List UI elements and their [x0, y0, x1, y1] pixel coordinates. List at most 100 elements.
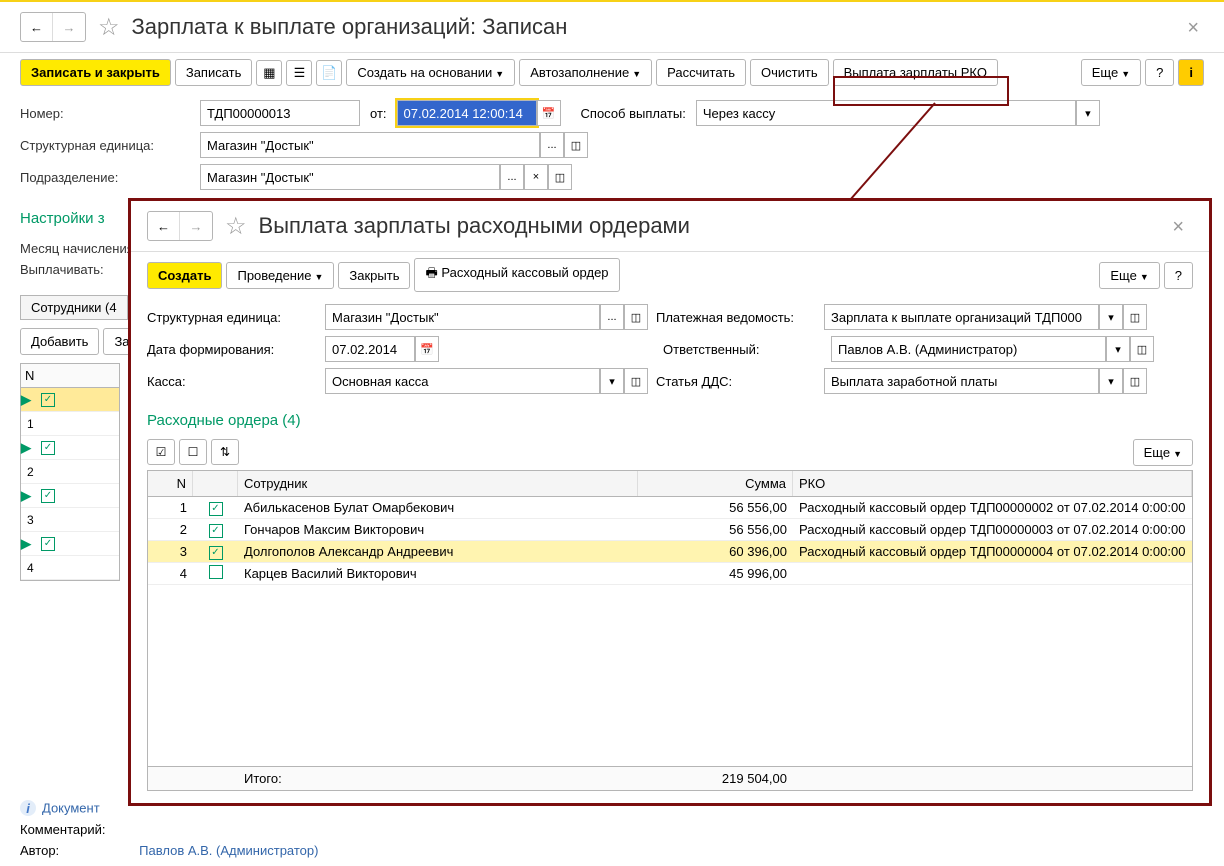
- grid-row[interactable]: ▶✓: [21, 484, 119, 508]
- modal-header: ← → ☆ Выплата зарплаты расходными ордера…: [131, 201, 1209, 252]
- modal-forward-button[interactable]: →: [180, 212, 212, 240]
- icon-button-1[interactable]: ▦: [256, 60, 282, 86]
- unit-open-icon[interactable]: ◫: [564, 132, 588, 158]
- grid-row[interactable]: 3: [21, 508, 119, 532]
- more-button[interactable]: Еще▼: [1081, 59, 1141, 86]
- check-all-icon[interactable]: ☑: [147, 439, 175, 465]
- dept-input[interactable]: [200, 164, 500, 190]
- employees-tab[interactable]: Сотрудники (4: [20, 295, 128, 320]
- m-date-input[interactable]: [325, 336, 415, 362]
- modal-posting-button[interactable]: Проведение▼: [226, 262, 334, 289]
- cell-chk[interactable]: ✓: [193, 497, 238, 518]
- col-chk[interactable]: [193, 471, 238, 496]
- modal-print-button[interactable]: 🖶 Расходный кассовый ордер: [414, 258, 619, 292]
- modal-create-button[interactable]: Создать: [147, 262, 222, 289]
- m-unit-select-icon[interactable]: ...: [600, 304, 624, 330]
- m-unit-open-icon[interactable]: ◫: [624, 304, 648, 330]
- uncheck-all-icon[interactable]: ☐: [179, 439, 207, 465]
- cell-chk[interactable]: ✓: [193, 541, 238, 562]
- add-button[interactable]: Добавить: [20, 328, 99, 355]
- author-link[interactable]: Павлов А.В. (Администратор): [139, 843, 318, 858]
- m-dds-input[interactable]: [824, 368, 1099, 394]
- forward-button[interactable]: →: [53, 13, 85, 41]
- unit-input[interactable]: [200, 132, 540, 158]
- dept-open-icon[interactable]: ◫: [548, 164, 572, 190]
- method-input[interactable]: [696, 100, 1076, 126]
- cell-sum: 45 996,00: [638, 564, 793, 583]
- m-doc-open-icon[interactable]: ◫: [1123, 304, 1147, 330]
- table-more-button[interactable]: Еще▼: [1133, 439, 1193, 466]
- cell-chk[interactable]: ✓: [193, 519, 238, 540]
- m-unit-input[interactable]: [325, 304, 600, 330]
- modal-help-button[interactable]: ?: [1164, 262, 1193, 289]
- pay-rko-button[interactable]: Выплата зарплаты РКО: [833, 59, 998, 86]
- checkbox-icon[interactable]: ✓: [41, 393, 55, 407]
- modal-back-button[interactable]: ←: [148, 212, 180, 240]
- back-button[interactable]: ←: [21, 13, 53, 41]
- date-input[interactable]: [397, 100, 537, 126]
- modal-close-icon[interactable]: ×: [1172, 216, 1184, 239]
- checkbox-icon[interactable]: ✓: [41, 441, 55, 455]
- grid-row[interactable]: ▶✓: [21, 436, 119, 460]
- m-dds-dropdown-icon[interactable]: ▾: [1099, 368, 1123, 394]
- m-cash-open-icon[interactable]: ◫: [624, 368, 648, 394]
- cell-rko: Расходный кассовый ордер ТДП00000003 от …: [793, 520, 1192, 539]
- m-resp-open-icon[interactable]: ◫: [1130, 336, 1154, 362]
- document-link[interactable]: Документ: [42, 801, 100, 816]
- table-row[interactable]: 2✓Гончаров Максим Викторович56 556,00Рас…: [148, 519, 1192, 541]
- close-icon[interactable]: ×: [1187, 17, 1199, 40]
- table-row[interactable]: 1✓Абилькасенов Булат Омарбекович56 556,0…: [148, 497, 1192, 519]
- cell-emp: Абилькасенов Булат Омарбекович: [238, 498, 638, 517]
- grid-row[interactable]: ▶✓: [21, 532, 119, 556]
- icon-button-3[interactable]: 📄: [316, 60, 342, 86]
- dept-select-icon[interactable]: ...: [500, 164, 524, 190]
- col-emp[interactable]: Сотрудник: [238, 471, 638, 496]
- icon-button-2[interactable]: ☰: [286, 60, 312, 86]
- col-n[interactable]: N: [148, 471, 193, 496]
- grid-row[interactable]: 2: [21, 460, 119, 484]
- col-sum[interactable]: Сумма: [638, 471, 793, 496]
- modal-more-button[interactable]: Еще▼: [1099, 262, 1159, 289]
- unit-select-icon[interactable]: ...: [540, 132, 564, 158]
- m-doc-input[interactable]: [824, 304, 1099, 330]
- sort-icon[interactable]: ⇅: [211, 439, 239, 465]
- m-unit-label: Структурная единица:: [147, 310, 317, 325]
- favorite-icon[interactable]: ☆: [98, 13, 120, 42]
- cell-n: 2: [148, 520, 193, 539]
- cell-chk[interactable]: [193, 563, 238, 584]
- table-row[interactable]: 3✓Долгополов Александр Андреевич60 396,0…: [148, 541, 1192, 563]
- method-dropdown-icon[interactable]: ▾: [1076, 100, 1100, 126]
- m-cash-label: Касса:: [147, 374, 317, 389]
- grid-row[interactable]: ▶✓: [21, 388, 119, 412]
- table-row[interactable]: 4Карцев Василий Викторович45 996,00: [148, 563, 1192, 585]
- grid-header-n: N: [21, 364, 119, 388]
- m-resp-input[interactable]: [831, 336, 1106, 362]
- grid-row[interactable]: 4: [21, 556, 119, 580]
- m-dds-open-icon[interactable]: ◫: [1123, 368, 1147, 394]
- m-cash-dropdown-icon[interactable]: ▾: [600, 368, 624, 394]
- checkbox-icon[interactable]: ✓: [41, 489, 55, 503]
- flag-icon: ▶: [21, 536, 41, 552]
- checkbox-icon[interactable]: ✓: [41, 537, 55, 551]
- save-close-button[interactable]: Записать и закрыть: [20, 59, 171, 86]
- clear-button[interactable]: Очистить: [750, 59, 829, 86]
- modal-title: Выплата зарплаты расходными ордерами: [259, 213, 690, 239]
- calc-button[interactable]: Рассчитать: [656, 59, 746, 86]
- modal-close-button[interactable]: Закрыть: [338, 262, 410, 289]
- autofill-button[interactable]: Автозаполнение▼: [519, 59, 652, 86]
- m-doc-dropdown-icon[interactable]: ▾: [1099, 304, 1123, 330]
- number-input[interactable]: [200, 100, 360, 126]
- dept-clear-icon[interactable]: ×: [524, 164, 548, 190]
- calendar-icon[interactable]: 📅: [537, 100, 561, 126]
- modal-form: Структурная единица: ... ◫ Платежная вед…: [131, 298, 1209, 406]
- save-button[interactable]: Записать: [175, 59, 253, 86]
- m-resp-dropdown-icon[interactable]: ▾: [1106, 336, 1130, 362]
- info-icon[interactable]: i: [1178, 59, 1204, 86]
- m-cash-input[interactable]: [325, 368, 600, 394]
- m-calendar-icon[interactable]: 📅: [415, 336, 439, 362]
- help-button[interactable]: ?: [1145, 59, 1174, 86]
- grid-row[interactable]: 1: [21, 412, 119, 436]
- modal-favorite-icon[interactable]: ☆: [225, 212, 247, 241]
- col-rko[interactable]: РКО: [793, 471, 1192, 496]
- create-based-button[interactable]: Создать на основании▼: [346, 59, 515, 86]
